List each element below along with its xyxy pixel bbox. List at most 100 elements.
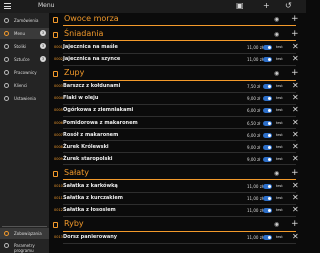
list-item[interactable]: 0005 Ogórkowa z ziemniakami 6,00 zł test…: [49, 105, 306, 117]
sidebar-item-4[interactable]: Pracownicy: [0, 67, 49, 78]
toggle-label: test: [276, 108, 283, 113]
availability-toggle[interactable]: [263, 84, 272, 90]
sidebar-item-0[interactable]: Zamówienia: [0, 15, 49, 26]
orders-icon: [4, 18, 9, 23]
list-item[interactable]: 0008 Żurek Królewski 9,00 zł test ✕: [49, 142, 306, 153]
visibility-icon[interactable]: ◉: [274, 16, 279, 23]
window-icon[interactable]: ▣: [236, 1, 244, 11]
list-item[interactable]: 0009 Żurek staropolski 9,00 zł test ✕: [49, 154, 306, 165]
category-header[interactable]: Zupy ◉ +: [49, 68, 306, 81]
availability-toggle[interactable]: [263, 96, 272, 102]
item-name: Żurek staropolski: [63, 155, 113, 162]
sidebar-item-1[interactable]: Menu 3: [0, 28, 49, 39]
list-item[interactable]: 0010 Sałatka z karkówką 11,00 zł test ✕: [49, 181, 306, 192]
list-item[interactable]: 0003 Barszcz z kołdunami 7,50 zł test ✕: [49, 81, 306, 93]
availability-toggle[interactable]: [263, 120, 272, 126]
sidebar-bottom-item-1[interactable]: Parametry programu: [0, 240, 49, 253]
list-item[interactable]: 0006 Pomidorowa z makaronem 6,50 zł test…: [49, 118, 306, 129]
item-number: 0012: [54, 208, 63, 213]
delete-icon[interactable]: ✕: [292, 205, 299, 214]
availability-toggle[interactable]: [263, 183, 272, 189]
list-item[interactable]: 0013 Dorsz panierowany 11,00 zł test ✕: [49, 232, 306, 244]
availability-toggle[interactable]: [263, 144, 272, 150]
list-item[interactable]: 0011 Sałatka z kurczakiem 11,00 zł test …: [49, 193, 306, 204]
sidebar-bottom-item-0[interactable]: Zobowiązania: [0, 228, 49, 239]
breakfast-icon: [53, 32, 58, 38]
delete-icon[interactable]: ✕: [292, 130, 299, 139]
delete-icon[interactable]: ✕: [292, 181, 299, 190]
category-underline: [63, 230, 296, 232]
toggle-label: test: [276, 120, 283, 125]
obligations-icon: [4, 231, 9, 236]
list-item[interactable]: 0001 Jajecznica na maśle 11,00 zł test ✕: [49, 42, 306, 53]
fish-icon: [53, 222, 58, 229]
category-header[interactable]: Śniadania ◉ +: [49, 29, 306, 41]
delete-icon[interactable]: ✕: [292, 54, 299, 63]
availability-toggle[interactable]: [263, 132, 272, 138]
sidebar-item-label: Zobowiązania: [14, 231, 42, 236]
category-header[interactable]: Owoce morza ◉ +: [49, 14, 306, 26]
add-item-icon[interactable]: +: [291, 29, 299, 39]
item-number: 0003: [54, 84, 63, 89]
sidebar: Zamówienia Menu 3 Stoliki 3 Sztućce 3 Praco…: [0, 13, 49, 253]
list-item[interactable]: 0002 Jajecznica na szynce 11,00 zł test …: [49, 54, 306, 66]
item-price: 9,00 zł: [247, 144, 261, 150]
availability-toggle[interactable]: [263, 156, 272, 162]
visibility-icon[interactable]: ◉: [274, 70, 279, 77]
item-name: Sałatka z łososiem: [63, 207, 116, 214]
salad-icon: [53, 170, 58, 177]
item-price: 11,00 zł: [247, 208, 263, 214]
delete-icon[interactable]: ✕: [292, 142, 299, 151]
availability-toggle[interactable]: [263, 57, 272, 63]
item-number: 0009: [54, 156, 63, 161]
add-item-icon[interactable]: +: [291, 168, 299, 178]
visibility-icon[interactable]: ◉: [274, 170, 279, 177]
item-price: 6,00 zł: [247, 132, 261, 138]
item-price: 11,00 zł: [247, 57, 263, 63]
availability-toggle[interactable]: [263, 196, 272, 201]
category-name: Owoce morza: [64, 14, 119, 23]
soup-icon: [53, 71, 58, 78]
delete-icon[interactable]: ✕: [292, 105, 299, 114]
add-item-icon[interactable]: +: [291, 14, 299, 24]
delete-icon[interactable]: ✕: [292, 232, 299, 241]
add-item-icon[interactable]: +: [291, 219, 299, 229]
staff-icon: [4, 70, 9, 75]
item-number: 0011: [54, 196, 63, 200]
list-item[interactable]: 0012 Sałatka z łososiem 11,00 zł test ✕: [49, 205, 306, 217]
delete-icon[interactable]: ✕: [292, 93, 299, 102]
delete-icon[interactable]: ✕: [292, 154, 299, 163]
item-name: Pomidorowa z makaronem: [63, 119, 138, 126]
item-number: 0006: [54, 120, 63, 125]
list-item[interactable]: 0007 Rosół z makaronem 6,00 zł test ✕: [49, 130, 306, 141]
add-icon[interactable]: +: [263, 1, 270, 11]
sidebar-item-3[interactable]: Sztućce 3: [0, 54, 49, 65]
delete-icon[interactable]: ✕: [292, 42, 299, 51]
visibility-icon[interactable]: ◉: [274, 31, 279, 38]
category-header[interactable]: Ryby ◉ +: [49, 219, 306, 232]
sidebar-item-2[interactable]: Stoliki 3: [0, 41, 49, 52]
toggle-label: test: [276, 132, 283, 137]
seafood-icon: [53, 17, 58, 23]
category-header[interactable]: Sałaty ◉ +: [49, 168, 306, 180]
hamburger-icon[interactable]: [4, 3, 11, 9]
sidebar-item-label: Parametry programu: [14, 243, 35, 253]
undo-icon[interactable]: ↺: [285, 1, 292, 11]
list-item[interactable]: 0004 Flaki w oleju 9,00 zł test ✕: [49, 93, 306, 105]
availability-toggle[interactable]: [263, 108, 272, 114]
item-name: Jajecznica na szynce: [63, 56, 121, 63]
sidebar-item-6[interactable]: Ustawienia: [0, 93, 49, 104]
availability-toggle[interactable]: [263, 235, 272, 241]
delete-icon[interactable]: ✕: [292, 193, 299, 202]
delete-icon[interactable]: ✕: [292, 81, 299, 90]
availability-toggle[interactable]: [263, 45, 272, 50]
item-name: Barszcz z kołdunami: [63, 83, 121, 90]
add-item-icon[interactable]: +: [291, 68, 299, 78]
sidebar-item-5[interactable]: Klienci: [0, 80, 49, 91]
visibility-icon[interactable]: ◉: [274, 221, 279, 228]
availability-toggle[interactable]: [263, 208, 272, 214]
item-name: Flaki w oleju: [63, 95, 99, 102]
delete-icon[interactable]: ✕: [292, 118, 299, 127]
item-name: Żurek Królewski: [63, 143, 109, 150]
item-name: Dorsz panierowany: [63, 234, 118, 241]
